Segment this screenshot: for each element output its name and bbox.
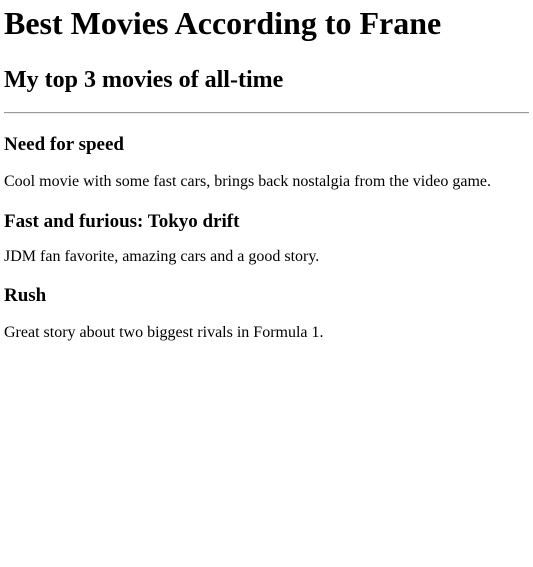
divider (4, 112, 529, 114)
movie-title: Need for speed (4, 134, 124, 155)
page-subtitle: My top 3 movies of all-time (4, 67, 284, 93)
movie-item: Rush Great story about two biggest rival… (4, 285, 529, 342)
page-title: Best Movies According to Frane (4, 5, 442, 41)
movie-description: JDM fan favorite, amazing cars and a goo… (4, 248, 320, 265)
movie-item: Fast and furious: Tokyo drift JDM fan fa… (4, 211, 529, 266)
movie-item: Need for speed Cool movie with some fast… (4, 134, 529, 191)
movie-description: Cool movie with some fast cars, brings b… (4, 173, 491, 190)
movie-title: Rush (4, 285, 47, 306)
movie-description: Great story about two biggest rivals in … (4, 324, 324, 341)
movie-title: Fast and furious: Tokyo drift (4, 211, 240, 232)
